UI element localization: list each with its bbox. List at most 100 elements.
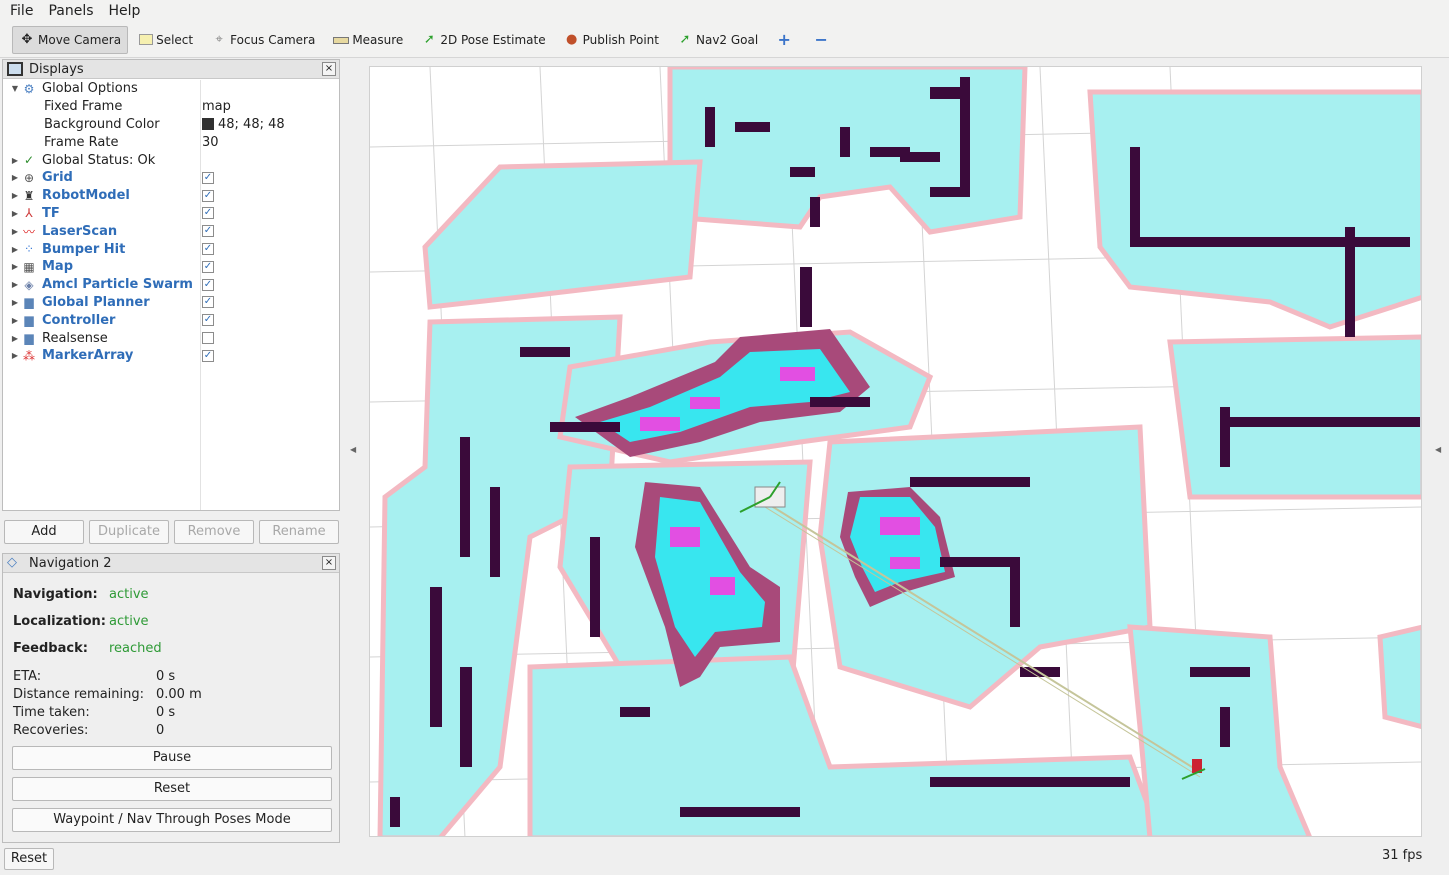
waypoint-mode-button[interactable]: Waypoint / Nav Through Poses Mode bbox=[12, 808, 332, 832]
expand-right-icon[interactable]: ▶ bbox=[9, 173, 21, 182]
tree-robotmodel[interactable]: ▶ ♜ RobotModel ✓ bbox=[3, 187, 339, 205]
tree-tf[interactable]: ▶ ⅄ TF ✓ bbox=[3, 205, 339, 223]
fixed-frame-value[interactable]: map bbox=[202, 99, 231, 114]
tree-global-options[interactable]: ▼ ⚙ Global Options bbox=[3, 80, 339, 98]
remove-button[interactable]: Remove bbox=[174, 520, 254, 544]
menu-file[interactable]: File bbox=[5, 3, 38, 19]
render-viewport[interactable] bbox=[369, 66, 1422, 837]
expand-right-icon[interactable]: ▶ bbox=[9, 262, 21, 271]
expand-right-icon[interactable]: ▶ bbox=[9, 280, 21, 289]
tree-realsense[interactable]: ▶ ▆ Realsense bbox=[3, 329, 339, 347]
amcl-checkbox[interactable]: ✓ bbox=[202, 278, 214, 291]
expand-right-icon[interactable]: ▶ bbox=[9, 191, 21, 200]
checkbox-unchecked-icon[interactable] bbox=[202, 332, 214, 345]
plus-icon: + bbox=[777, 29, 791, 49]
focus-camera-label: Focus Camera bbox=[230, 32, 316, 47]
feedback-label: Feedback: bbox=[13, 641, 88, 656]
navigation-label: Navigation: bbox=[13, 587, 98, 602]
background-color-value[interactable]: 48; 48; 48 bbox=[202, 117, 285, 132]
costmap-render[interactable] bbox=[370, 67, 1422, 837]
checkbox-checked-icon[interactable]: ✓ bbox=[202, 171, 214, 184]
map-checkbox[interactable]: ✓ bbox=[202, 260, 214, 273]
reset-nav-button[interactable]: Reset bbox=[12, 777, 332, 801]
expand-right-icon[interactable]: ▶ bbox=[9, 209, 21, 218]
remove-tool-button[interactable]: − bbox=[806, 26, 839, 54]
rename-button[interactable]: Rename bbox=[259, 520, 339, 544]
collapse-right-icon[interactable]: ◀ bbox=[1435, 445, 1441, 454]
background-color-label: Background Color bbox=[44, 116, 160, 132]
tf-checkbox[interactable]: ✓ bbox=[202, 207, 214, 220]
markerarray-checkbox[interactable]: ✓ bbox=[202, 349, 214, 362]
grid-icon: ⊕ bbox=[23, 170, 35, 185]
pose-estimate-tool[interactable]: ➚ 2D Pose Estimate bbox=[414, 26, 552, 54]
checkbox-checked-icon[interactable]: ✓ bbox=[202, 243, 214, 256]
tree-amcl[interactable]: ▶ ◈ Amcl Particle Swarm ✓ bbox=[3, 276, 339, 294]
menu-panels[interactable]: Panels bbox=[43, 3, 98, 19]
diamond-icon: ◈ bbox=[24, 277, 34, 292]
nav2-goal-label: Nav2 Goal bbox=[696, 32, 759, 47]
pause-button[interactable]: Pause bbox=[12, 746, 332, 770]
expand-right-icon[interactable]: ▶ bbox=[9, 245, 21, 254]
tree-laserscan[interactable]: ▶ 〰 LaserScan ✓ bbox=[3, 222, 339, 240]
tree-fixed-frame[interactable]: Fixed Frame map bbox=[3, 98, 339, 116]
checkbox-checked-icon[interactable]: ✓ bbox=[202, 349, 214, 362]
checkbox-checked-icon[interactable]: ✓ bbox=[202, 296, 214, 309]
expand-right-icon[interactable]: ▶ bbox=[9, 227, 21, 236]
grid-checkbox[interactable]: ✓ bbox=[202, 171, 214, 184]
add-button[interactable]: Add bbox=[4, 520, 84, 544]
menu-help[interactable]: Help bbox=[104, 3, 146, 19]
frame-rate-label: Frame Rate bbox=[44, 134, 119, 150]
tree-background-color[interactable]: Background Color 48; 48; 48 bbox=[3, 116, 339, 134]
checkbox-checked-icon[interactable]: ✓ bbox=[202, 314, 214, 327]
amcl-label: Amcl Particle Swarm bbox=[42, 277, 193, 293]
duplicate-button[interactable]: Duplicate bbox=[89, 520, 169, 544]
checkbox-checked-icon[interactable]: ✓ bbox=[202, 225, 214, 238]
focus-camera-tool[interactable]: ⌖ Focus Camera bbox=[204, 26, 322, 54]
expand-down-icon[interactable]: ▼ bbox=[9, 84, 21, 93]
dots-icon: ⁘ bbox=[23, 242, 35, 257]
global-status-label: Global Status: Ok bbox=[42, 152, 156, 168]
global-planner-checkbox[interactable]: ✓ bbox=[202, 296, 214, 309]
checkbox-checked-icon[interactable]: ✓ bbox=[202, 189, 214, 202]
controller-checkbox[interactable]: ✓ bbox=[202, 314, 214, 327]
expand-right-icon[interactable]: ▶ bbox=[9, 316, 21, 325]
move-camera-tool[interactable]: ✥ Move Camera bbox=[12, 25, 129, 54]
tree-global-planner[interactable]: ▶ ▆ Global Planner ✓ bbox=[3, 294, 339, 312]
reset-view-button[interactable]: Reset bbox=[4, 848, 54, 870]
map-pin-icon: ● bbox=[565, 31, 578, 47]
publish-point-tool[interactable]: ● Publish Point bbox=[557, 26, 666, 54]
expand-right-icon[interactable]: ▶ bbox=[9, 334, 21, 343]
laserscan-checkbox[interactable]: ✓ bbox=[202, 225, 214, 238]
collapse-left-icon[interactable]: ◀ bbox=[350, 445, 356, 454]
tree-bumper-hit[interactable]: ▶ ⁘ Bumper Hit ✓ bbox=[3, 240, 339, 258]
close-icon[interactable]: × bbox=[322, 556, 336, 570]
tree-controller[interactable]: ▶ ▆ Controller ✓ bbox=[3, 311, 339, 329]
checkbox-checked-icon[interactable]: ✓ bbox=[202, 278, 214, 291]
goal-arrow-icon: ➚ bbox=[679, 31, 691, 47]
tree-map[interactable]: ▶ ▦ Map ✓ bbox=[3, 258, 339, 276]
realsense-checkbox[interactable] bbox=[202, 332, 214, 345]
expand-right-icon[interactable]: ▶ bbox=[9, 351, 21, 360]
frame-rate-value[interactable]: 30 bbox=[202, 135, 219, 150]
map-label: Map bbox=[42, 259, 74, 275]
monitor-icon bbox=[7, 62, 23, 76]
checkbox-checked-icon[interactable]: ✓ bbox=[202, 260, 214, 273]
select-label: Select bbox=[156, 32, 194, 47]
expand-right-icon[interactable]: ▶ bbox=[9, 298, 21, 307]
nav2-goal-tool[interactable]: ➚ Nav2 Goal bbox=[670, 26, 765, 54]
tree-global-status[interactable]: ▶ ✓ Global Status: Ok bbox=[3, 151, 339, 169]
measure-tool[interactable]: Measure bbox=[326, 26, 410, 54]
displays-tree: ▼ ⚙ Global Options Fixed Frame map Backg… bbox=[3, 80, 339, 365]
robotmodel-checkbox[interactable]: ✓ bbox=[202, 189, 214, 202]
tree-grid[interactable]: ▶ ⊕ Grid ✓ bbox=[3, 169, 339, 187]
expand-right-icon[interactable]: ▶ bbox=[9, 156, 21, 165]
add-tool-button[interactable]: + bbox=[769, 26, 802, 54]
select-tool[interactable]: Select bbox=[132, 26, 200, 54]
tree-frame-rate[interactable]: Frame Rate 30 bbox=[3, 133, 339, 151]
close-icon[interactable]: × bbox=[322, 62, 336, 76]
move-camera-label: Move Camera bbox=[38, 32, 122, 47]
bumper-hit-checkbox[interactable]: ✓ bbox=[202, 243, 214, 256]
checkbox-checked-icon[interactable]: ✓ bbox=[202, 207, 214, 220]
tree-markerarray[interactable]: ▶ ⁂ MarkerArray ✓ bbox=[3, 347, 339, 365]
ruler-icon bbox=[333, 37, 350, 44]
